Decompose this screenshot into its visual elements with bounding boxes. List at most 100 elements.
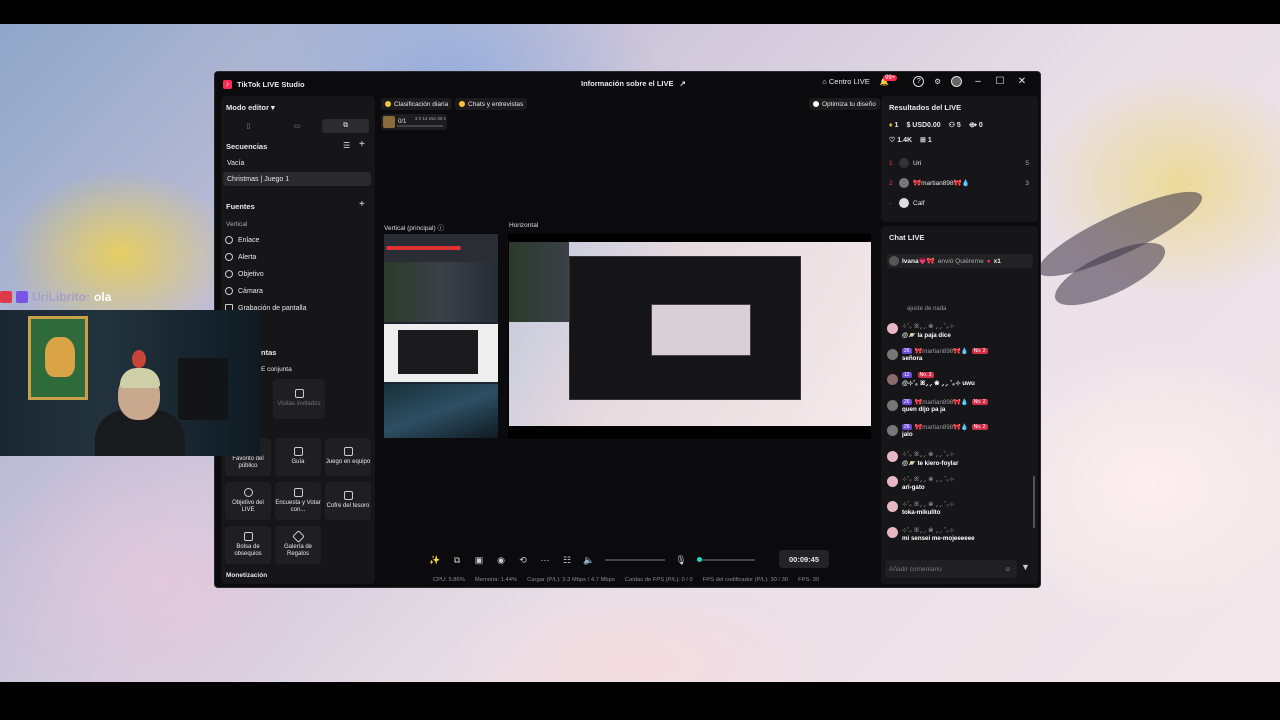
settings-gear-icon[interactable]: ⚙ bbox=[934, 77, 941, 86]
vertical-preview-canvas[interactable] bbox=[384, 234, 498, 438]
source-link[interactable]: Enlace bbox=[225, 236, 259, 244]
tool-live-goal[interactable]: Objetivo del LIVE bbox=[225, 482, 271, 520]
red-lamp bbox=[132, 350, 146, 368]
sequence-item-selected[interactable]: Christmas | Juego 1 bbox=[223, 172, 371, 186]
chat-scrollbar[interactable] bbox=[1033, 476, 1035, 528]
target-icon bbox=[243, 487, 253, 497]
mode-horizontal-tab[interactable]: ▭ bbox=[274, 119, 321, 133]
source-alert[interactable]: Alerta bbox=[225, 253, 256, 261]
share-icon: ↗ bbox=[679, 79, 686, 88]
tool-guide[interactable]: Guía bbox=[275, 438, 321, 476]
minimize-icon[interactable]: – bbox=[972, 76, 984, 87]
mode-editor-dropdown[interactable]: Modo editor ▾ bbox=[226, 103, 275, 112]
chat-message[interactable]: ⊹˚｡ ꕤ⸝⸝ ❀ ⸝⸝ ˚｡⊹ ari-gato bbox=[887, 474, 1033, 491]
vp-webcam-scene bbox=[384, 262, 498, 322]
chat-text: mi sensei me-mojeeeeee bbox=[902, 535, 975, 542]
invite-guests-label: Visitas invitados bbox=[277, 401, 321, 408]
tool-gift-gallery[interactable]: Galería de Regalos bbox=[275, 526, 321, 564]
webcam-overlay bbox=[0, 310, 260, 456]
tool-team-game[interactable]: Juego en equipo bbox=[325, 438, 371, 476]
tool-poll[interactable]: Encuesta y Votar con... bbox=[275, 482, 321, 520]
ranking-icon bbox=[385, 101, 391, 107]
horizontal-preview-canvas[interactable] bbox=[508, 234, 871, 439]
mic-slider[interactable] bbox=[697, 557, 755, 562]
optimize-design-button[interactable]: Optimiza tu diseño bbox=[809, 98, 880, 110]
comment-input[interactable]: Añadir comentario ☺ bbox=[885, 560, 1017, 578]
volume-slider[interactable] bbox=[605, 559, 665, 561]
optimize-label: Optimiza tu diseño bbox=[822, 100, 876, 108]
chip-label: Clasificación diaria bbox=[394, 100, 449, 108]
avatar bbox=[887, 374, 898, 385]
source-label: Cámara bbox=[238, 287, 263, 295]
avatar bbox=[887, 527, 898, 538]
replay-icon[interactable]: ⟲ bbox=[517, 555, 529, 566]
chat-message[interactable]: ⊹˚｡ ꕤ⸝⸝ ❀ ⸝⸝ ˚｡⊹ toka-mikulito bbox=[887, 499, 1033, 516]
source-goal[interactable]: Objetivo bbox=[225, 270, 264, 278]
invite-guests-button[interactable]: Visitas invitados bbox=[273, 379, 325, 419]
chip-label: Chats y entrevistas bbox=[468, 100, 524, 108]
chat-icon bbox=[459, 101, 465, 107]
volume-icon[interactable]: 🔈 bbox=[583, 555, 595, 566]
close-icon[interactable]: ✕ bbox=[1016, 76, 1028, 87]
chat-message[interactable]: ⊹˚｡ ꕤ⸝⸝ ❀ ⸝⸝ ˚｡⊹ @🪐 la paja dice bbox=[887, 321, 1033, 339]
lion-figure bbox=[45, 337, 75, 377]
speaker-box bbox=[178, 358, 228, 420]
chat-text: jalo bbox=[902, 431, 913, 438]
chat-username: ⊹˚｡ ꕤ⸝⸝ ❀ ⸝⸝ ˚｡⊹ bbox=[902, 323, 955, 330]
add-source-button[interactable]: + bbox=[359, 199, 365, 210]
chat-text: ari-gato bbox=[902, 484, 925, 491]
bag-icon bbox=[243, 531, 253, 541]
goal-widget[interactable]: 0/1 3 h 14 min 30 s bbox=[381, 114, 447, 130]
layout-icon[interactable]: ⧉ bbox=[451, 555, 463, 566]
mode-vertical-tab[interactable]: ▯ bbox=[225, 119, 272, 133]
sequence-item[interactable]: Vacía bbox=[223, 156, 371, 170]
live-center-button[interactable]: ⌂ Centro LIVE bbox=[822, 77, 869, 86]
list-icon[interactable]: ☰ bbox=[343, 141, 350, 150]
source-camera[interactable]: Cámara bbox=[225, 287, 263, 295]
add-sequence-button[interactable]: + bbox=[359, 139, 365, 150]
notification-icon[interactable]: 🔔99+ bbox=[880, 75, 904, 86]
microphone-icon[interactable]: 🎙 bbox=[675, 555, 687, 566]
lion-poster bbox=[28, 316, 88, 400]
stream-toolbar: ✨ ⧉ ▣ ◉ ⟲ ⋯ ☷ 🔈 🎙 bbox=[423, 549, 809, 571]
chat-message[interactable]: ⊹˚｡ ꕤ⸝⸝ ❀ ⸝⸝ ˚｡⊹ mi sensei me-mojeeeeee bbox=[887, 525, 1033, 542]
more-icon[interactable]: ⋯ bbox=[539, 555, 551, 566]
live-info-link[interactable]: Información sobre el LIVE ↗ bbox=[581, 79, 686, 88]
source-label: Enlace bbox=[238, 236, 260, 244]
chat-message[interactable]: 26 🎀martian898🎀💧 No. 2 señora bbox=[887, 347, 1033, 362]
emoji-icon[interactable]: ☺ bbox=[1004, 566, 1011, 573]
effects-icon[interactable]: ✨ bbox=[429, 555, 441, 566]
mic-slider-handle[interactable] bbox=[697, 557, 702, 562]
avatar bbox=[899, 198, 909, 208]
partial-message: ajuste de nada bbox=[907, 306, 947, 312]
record-icon[interactable]: ◉ bbox=[495, 555, 507, 566]
ranking-row[interactable]: - Calf bbox=[889, 198, 1029, 208]
chat-message[interactable]: 12 No. 3 @⊹˚｡ ꕤ⸝⸝ ❀ ⸝⸝ ˚｡⊹ uwu bbox=[887, 372, 1033, 388]
goal-progress-bar bbox=[397, 125, 443, 127]
chats-interviews-chip[interactable]: Chats y entrevistas bbox=[455, 98, 528, 110]
chat-message[interactable]: ⊹˚｡ ꕤ⸝⸝ ❀ ⸝⸝ ˚｡⊹ @🪐 te kiero-foylar bbox=[887, 449, 1033, 467]
vp-screen-inner bbox=[398, 330, 478, 374]
tool-label: Objetivo del LIVE bbox=[232, 499, 264, 513]
status-upload: Cargar (P/L): 3.3 Mbps / 4.7 Mbps bbox=[527, 577, 615, 583]
avatar bbox=[887, 501, 898, 512]
mixer-icon[interactable]: ☷ bbox=[561, 555, 573, 566]
daily-ranking-chip[interactable]: Clasificación diaria bbox=[381, 98, 453, 110]
chat-message[interactable]: 26 🎀martian898🎀💧 No. 2 quen dijo pa ja bbox=[887, 398, 1033, 413]
vertical-label-text: Vertical (principal) bbox=[384, 225, 436, 232]
mode-dual-tab[interactable]: ⧉ bbox=[322, 119, 370, 133]
tool-treasure-chest[interactable]: Cofre del tesoro bbox=[325, 482, 371, 520]
help-icon[interactable]: ? bbox=[913, 76, 925, 87]
book-icon bbox=[293, 447, 303, 457]
gift-action: envió Quiéreme bbox=[937, 257, 984, 265]
status-cpu: CPU: 5.86% bbox=[433, 577, 465, 583]
chat-message[interactable]: 26 🎀martian898🎀💧 No. 2 jalo bbox=[887, 423, 1033, 438]
ranking-row[interactable]: 2 🎀martian898🎀💧 3 bbox=[889, 178, 1029, 188]
maximize-icon[interactable]: ☐ bbox=[994, 76, 1006, 87]
ranking-row[interactable]: 1 Uri 5 bbox=[889, 158, 1029, 168]
screen-icon[interactable]: ▣ bbox=[473, 555, 485, 566]
people-icon bbox=[343, 447, 353, 457]
tool-gift-bag[interactable]: Bolsa de obsequios bbox=[225, 526, 271, 564]
avatar[interactable] bbox=[951, 76, 962, 87]
filter-icon[interactable]: ▼ bbox=[1021, 562, 1030, 572]
